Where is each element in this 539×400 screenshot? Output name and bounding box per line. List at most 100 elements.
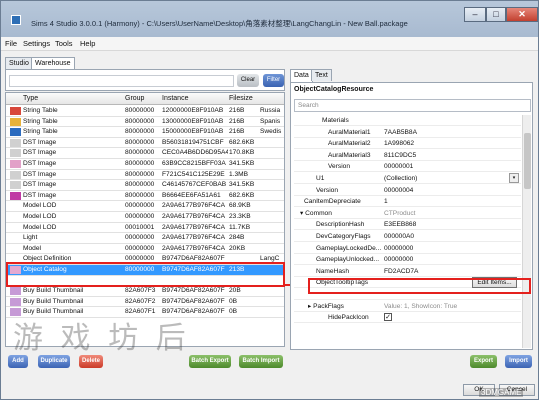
menu-tools[interactable]: Tools — [55, 39, 73, 48]
property-row[interactable]: U1 (Collection) ▾ — [294, 173, 521, 184]
property-value[interactable]: (Collection) — [384, 173, 519, 184]
property-value[interactable]: 00000001 — [384, 161, 519, 172]
clear-button[interactable]: Clear — [237, 74, 259, 87]
property-key: Materials — [322, 117, 349, 124]
property-row[interactable]: GameplayUnlocked... 00000000 — [294, 254, 521, 266]
property-row[interactable]: CanItemDepreciate 1 — [294, 196, 521, 208]
property-row[interactable]: ▾ Common CTProduct — [294, 208, 521, 219]
cell-size: 170.8KB — [229, 149, 255, 157]
property-row[interactable]: Version 00000001 — [294, 161, 521, 173]
property-value[interactable]: FD2ACD7A — [384, 266, 519, 277]
cell-type: DST Image — [23, 191, 57, 199]
tab-studio[interactable]: Studio — [5, 57, 33, 69]
property-search-input[interactable]: Search — [294, 99, 531, 112]
table-row[interactable]: String Table 80000000 12000000E8F910AB 216B… — [6, 106, 284, 117]
resource-thumbnail-icon — [10, 181, 21, 190]
property-value[interactable]: 1A998062 — [384, 138, 519, 149]
cell-instance: F721C541C125E29E — [162, 170, 225, 178]
property-row[interactable]: DevCategoryFlags 000000A0 — [294, 231, 521, 242]
property-value[interactable]: 7AAB5B8A — [384, 127, 519, 138]
cell-instance: 2A9A6177B976F4CA — [162, 223, 226, 231]
table-row[interactable]: Model 00000000 2A9A6177B976F4CA 20KB — [6, 244, 284, 255]
property-row[interactable]: NameHash FD2ACD7A — [294, 266, 521, 277]
table-row[interactable]: DST Image 80000000 B6664EE6FA51A61 682.6KB — [6, 191, 284, 202]
cell-type: String Table — [23, 117, 58, 125]
column-type[interactable]: Type — [23, 95, 38, 102]
property-row[interactable]: DescriptionHash E3EEB868 — [294, 219, 521, 231]
import-button[interactable]: Import — [505, 355, 532, 368]
menu-settings[interactable]: Settings — [23, 39, 50, 48]
cell-group: 80000000 — [125, 107, 155, 114]
menu-file[interactable]: File — [5, 39, 17, 48]
collection-dropdown-icon[interactable]: ▾ — [509, 173, 519, 183]
cell-group: 00000000 — [125, 202, 155, 210]
table-row[interactable]: DST Image 80000000 F721C541C125E29E 1.3MB — [6, 170, 284, 181]
table-row[interactable]: DST Image 80000000 63B9CC8215BFF03A 341.5KB — [6, 159, 284, 170]
cell-group: 00000000 — [125, 234, 155, 242]
cell-name: Spanis — [260, 117, 281, 125]
table-row[interactable]: Buy Build Thumbnail 82A607F3 B9747D6AF82A6… — [6, 286, 284, 297]
property-row[interactable]: HidePackIcon ✓ — [294, 312, 521, 324]
column-instance[interactable]: Instance — [162, 95, 188, 102]
property-row[interactable]: ▸ PackFlags Value: 1, ShowIcon: True — [294, 301, 521, 312]
resource-thumbnail-icon — [10, 138, 21, 147]
property-key: DevCategoryFlags — [316, 233, 371, 240]
property-row[interactable]: Materials — [294, 115, 521, 126]
property-row[interactable]: AuralMaterial3 811C9DC5 — [294, 150, 521, 161]
table-row[interactable]: String Table 80000000 15000000E8F910AB 216B… — [6, 127, 284, 138]
close-button[interactable]: ✕ — [506, 7, 538, 22]
column-filesize[interactable]: Filesize — [229, 95, 253, 102]
property-value[interactable]: 00000000 — [384, 254, 519, 265]
column-group[interactable]: Group — [125, 95, 144, 102]
cell-group: 80000000 — [125, 181, 155, 189]
property-grid-panel: ObjectCatalogResource Search Materials Au… — [290, 82, 533, 350]
property-value[interactable]: Value: 1, ShowIcon: True — [384, 301, 519, 312]
table-row[interactable]: String Table 80000000 13000000E8F910AB 216B… — [6, 117, 284, 128]
cell-type: Buy Build Thumbnail — [23, 297, 84, 305]
property-value[interactable]: 1 — [384, 196, 519, 207]
table-row[interactable]: Model LOD 00010001 2A9A6177B976F4CA 11.7KB — [6, 223, 284, 234]
resource-thumbnail-icon — [10, 117, 21, 126]
property-value[interactable]: CTProduct — [384, 208, 519, 219]
tab-text[interactable]: Text — [311, 69, 332, 81]
filter-input[interactable] — [9, 75, 234, 87]
table-row[interactable]: Light 00000000 2A9A6177B976F4CA 284B — [6, 233, 284, 244]
table-row[interactable]: DST Image 80000000 B560318194751CBF 682.6KB — [6, 138, 284, 149]
table-row[interactable]: DST Image 80000000 CEC0A4B6DD6D95A4 170.8KB — [6, 148, 284, 159]
table-row[interactable]: DST Image 80000000 C46145767CEF0BAB 341.5KB — [6, 180, 284, 191]
cell-instance: 15000000E8F910AB — [162, 128, 224, 136]
property-row[interactable]: AuralMaterial1 7AAB5B8A — [294, 127, 521, 138]
cell-instance: 63B9CC8215BFF03A — [162, 160, 226, 167]
property-value[interactable]: E3EEB868 — [384, 219, 519, 230]
filter-button[interactable]: Filter — [263, 74, 284, 87]
property-row[interactable]: Version 00000004 — [294, 185, 521, 196]
property-row[interactable]: AuralMaterial2 1A998062 — [294, 138, 521, 150]
property-key: DescriptionHash — [316, 221, 365, 229]
tab-data[interactable]: Data — [290, 69, 313, 82]
maximize-button[interactable]: □ — [486, 7, 506, 22]
property-value[interactable]: 811C9DC5 — [384, 150, 519, 161]
batch-export-button[interactable]: Batch Export — [189, 355, 231, 368]
cell-instance: 13000000E8F910AB — [162, 117, 224, 125]
table-row[interactable]: Model LOD 00000000 2A9A6177B976F4CA 23.3KB — [6, 212, 284, 223]
minimize-button[interactable]: – — [464, 7, 486, 22]
property-scrollbar[interactable] — [522, 115, 531, 348]
cell-group: 82A607F3 — [125, 287, 156, 295]
highlight-box-right — [308, 278, 531, 294]
table-row[interactable]: Buy Build Thumbnail 82A607F2 B9747D6AF82A6… — [6, 297, 284, 308]
property-value[interactable]: 00000000 — [384, 243, 519, 254]
property-row[interactable]: GameplayLockedDe... 00000000 — [294, 243, 521, 254]
menu-help[interactable]: Help — [80, 39, 95, 48]
table-row[interactable]: Model LOD 00000000 2A9A6177B976F4CA 68.9KB — [6, 201, 284, 212]
scrollbar-thumb[interactable] — [524, 133, 531, 189]
cell-type: Light — [23, 234, 38, 242]
batch-import-button[interactable]: Batch Import — [239, 355, 283, 368]
hide-pack-icon-checkbox[interactable]: ✓ — [384, 313, 392, 322]
cell-group: 00010001 — [125, 223, 155, 231]
cell-type: String Table — [23, 128, 58, 136]
cell-size: 284B — [229, 234, 245, 242]
export-button[interactable]: Export — [470, 355, 497, 368]
cell-size: 0B — [229, 308, 238, 316]
property-value[interactable]: 000000A0 — [384, 231, 519, 242]
property-value[interactable]: 00000004 — [384, 185, 519, 196]
